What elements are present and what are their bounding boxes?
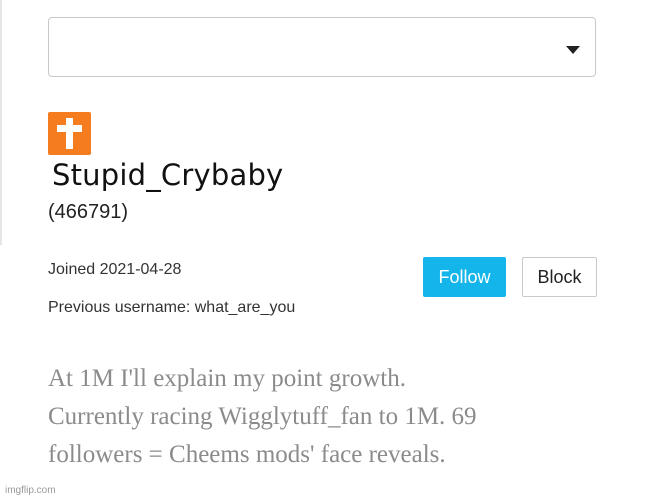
follow-button[interactable]: Follow [423,257,506,297]
bio-line: followers = Cheems mods' face reveals. [48,441,446,468]
username: Stupid_Crybaby [52,158,284,192]
chevron-down-icon[interactable] [566,46,580,54]
bio-line: Currently racing Wigglytuff_fan to 1M. 6… [48,403,477,430]
joined-date: Joined 2021-04-28 [48,261,182,278]
user-points: (466791) [48,201,129,223]
bio-line: At 1M I'll explain my point growth. [48,365,406,392]
left-divider [0,0,2,245]
block-button[interactable]: Block [522,257,597,297]
user-bio: At 1M I'll explain my point growth. Curr… [48,360,608,474]
cross-icon [57,118,82,149]
profile-section-dropdown[interactable] [48,17,596,77]
avatar [48,112,91,155]
watermark: imgflip.com [5,485,56,496]
previous-username: Previous username: what_are_you [48,299,296,316]
